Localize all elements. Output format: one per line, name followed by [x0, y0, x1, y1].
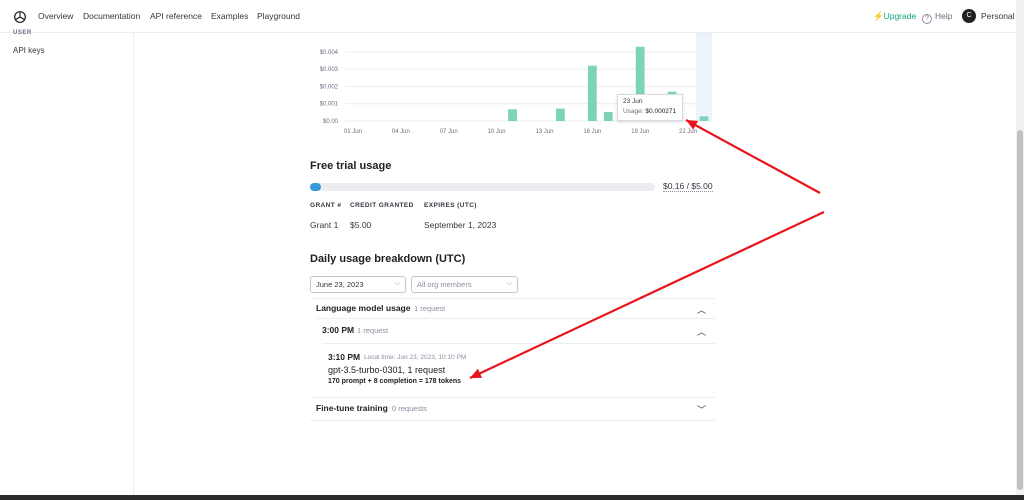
chevron-up-icon[interactable]: ︿ [697, 325, 706, 338]
x-tick-label: 16 Jun [583, 129, 601, 135]
hour-group-toggle[interactable]: 3:00 PM [322, 325, 354, 335]
hour-group-count: 1 request [357, 326, 389, 335]
col-header-expires: EXPIRES (UTC) [424, 202, 477, 209]
request-time: 3:10 PM [328, 352, 361, 362]
upgrade-link[interactable]: ⚡Upgrade [873, 11, 916, 22]
chart-bar[interactable] [603, 112, 613, 121]
y-tick-label: $0.003 [320, 67, 339, 73]
chart-bar[interactable] [508, 109, 517, 121]
daily-usage-title: Daily usage breakdown (UTC) [310, 253, 466, 265]
nav-api-reference[interactable]: API reference [150, 11, 202, 21]
credit-progress-label: $0.16 / $5.00 [663, 181, 713, 192]
red-arrow-icon [469, 119, 825, 379]
y-tick-label: $0.00 [323, 119, 339, 125]
y-tick-label: $0.001 [320, 102, 339, 108]
y-tick-label: $0.004 [320, 50, 339, 56]
grant-cell: Grant 1 [310, 220, 339, 230]
x-tick-label: 10 Jun [488, 129, 506, 135]
divider [316, 318, 715, 319]
request-local-time: Local time: Jun 23, 2023, 10:10 PM [364, 354, 467, 361]
tooltip-date: 23 Jun [623, 98, 643, 105]
nav-playground[interactable]: Playground [257, 11, 300, 21]
credit-progress-fill [310, 183, 322, 191]
expires-cell: September 1, 2023 [424, 220, 497, 230]
openai-logo-icon[interactable] [12, 9, 28, 25]
account-menu[interactable]: Personal [981, 11, 1015, 21]
sidebar-section-user: USER [13, 30, 32, 36]
x-tick-label: 19 Jun [631, 129, 649, 135]
chart-tooltip: 23 Jun Usage: $0.000271 [617, 94, 683, 121]
col-header-credit: CREDIT GRANTED [350, 202, 414, 209]
chevron-down-icon: ⌵ [506, 280, 512, 287]
x-axis: 01 Jun 04 Jun 07 Jun 10 Jun 13 Jun 16 Jun 19 J… [344, 129, 697, 135]
chevron-down-icon[interactable]: ﹀ [697, 403, 706, 416]
y-axis: $0.004 $0.003 $0.002 $0.001 $0.00 [320, 50, 339, 125]
members-select[interactable]: All org members ⌵ [411, 276, 518, 293]
usage-chart: $0.004 $0.003 $0.002 $0.001 $0.00 01 Jun 04 J… [320, 33, 712, 135]
chevron-up-icon[interactable]: ︿ [697, 303, 706, 316]
col-header-grant: GRANT # [310, 202, 342, 209]
taskbar-strip [0, 495, 1024, 500]
tooltip-label: Usage: [623, 108, 644, 115]
x-tick-label: 01 Jun [344, 129, 362, 135]
tooltip-value: $0.000271 [645, 108, 677, 115]
free-trial-title: Free trial usage [310, 160, 392, 172]
avatar[interactable]: C [962, 9, 976, 23]
nav-documentation[interactable]: Documentation [83, 11, 140, 21]
chevron-down-icon: ⌵ [394, 280, 400, 287]
divider [322, 343, 715, 344]
chart-hover-column [696, 33, 712, 121]
lm-usage-count: 1 request [414, 304, 446, 313]
request-tokens: 170 prompt + 8 completion = 178 tokens [328, 378, 462, 385]
chart-bar[interactable] [699, 116, 709, 121]
x-tick-label: 04 Jun [392, 129, 410, 135]
request-model: gpt-3.5-turbo-0301, 1 request [328, 365, 446, 375]
scrollbar-thumb[interactable] [1017, 130, 1023, 490]
credit-progress-bar [310, 183, 655, 191]
nav-overview[interactable]: Overview [38, 11, 73, 21]
divider [310, 397, 715, 398]
lm-usage-toggle[interactable]: Language model usage [316, 303, 410, 313]
fine-tune-toggle[interactable]: Fine-tune training [316, 403, 388, 413]
x-tick-label: 22 Jun [679, 129, 697, 135]
help-link[interactable]: ? Help [922, 11, 952, 24]
chart-bar[interactable] [556, 108, 565, 121]
fine-tune-count: 0 requests [392, 404, 428, 413]
top-nav: Overview Documentation API reference Exa… [0, 0, 1016, 33]
y-tick-label: $0.002 [320, 84, 339, 90]
help-icon: ? [922, 14, 932, 24]
sidebar-item-api-keys[interactable]: API keys [13, 46, 45, 55]
chart-bar[interactable] [587, 65, 597, 121]
arrow-to-tokens-head [470, 368, 483, 378]
x-tick-label: 07 Jun [440, 129, 458, 135]
nav-examples[interactable]: Examples [211, 11, 248, 21]
divider [310, 420, 715, 421]
divider [310, 298, 715, 299]
credit-cell: $5.00 [350, 220, 372, 230]
x-tick-label: 13 Jun [535, 129, 553, 135]
arrow-to-tokens-shaft [469, 211, 825, 379]
date-select[interactable]: June 23, 2023 ⌵ [310, 276, 406, 293]
lightning-icon: ⚡ [873, 11, 884, 21]
page-scrollbar[interactable] [1016, 0, 1024, 495]
sidebar: USER API keys [0, 30, 134, 495]
